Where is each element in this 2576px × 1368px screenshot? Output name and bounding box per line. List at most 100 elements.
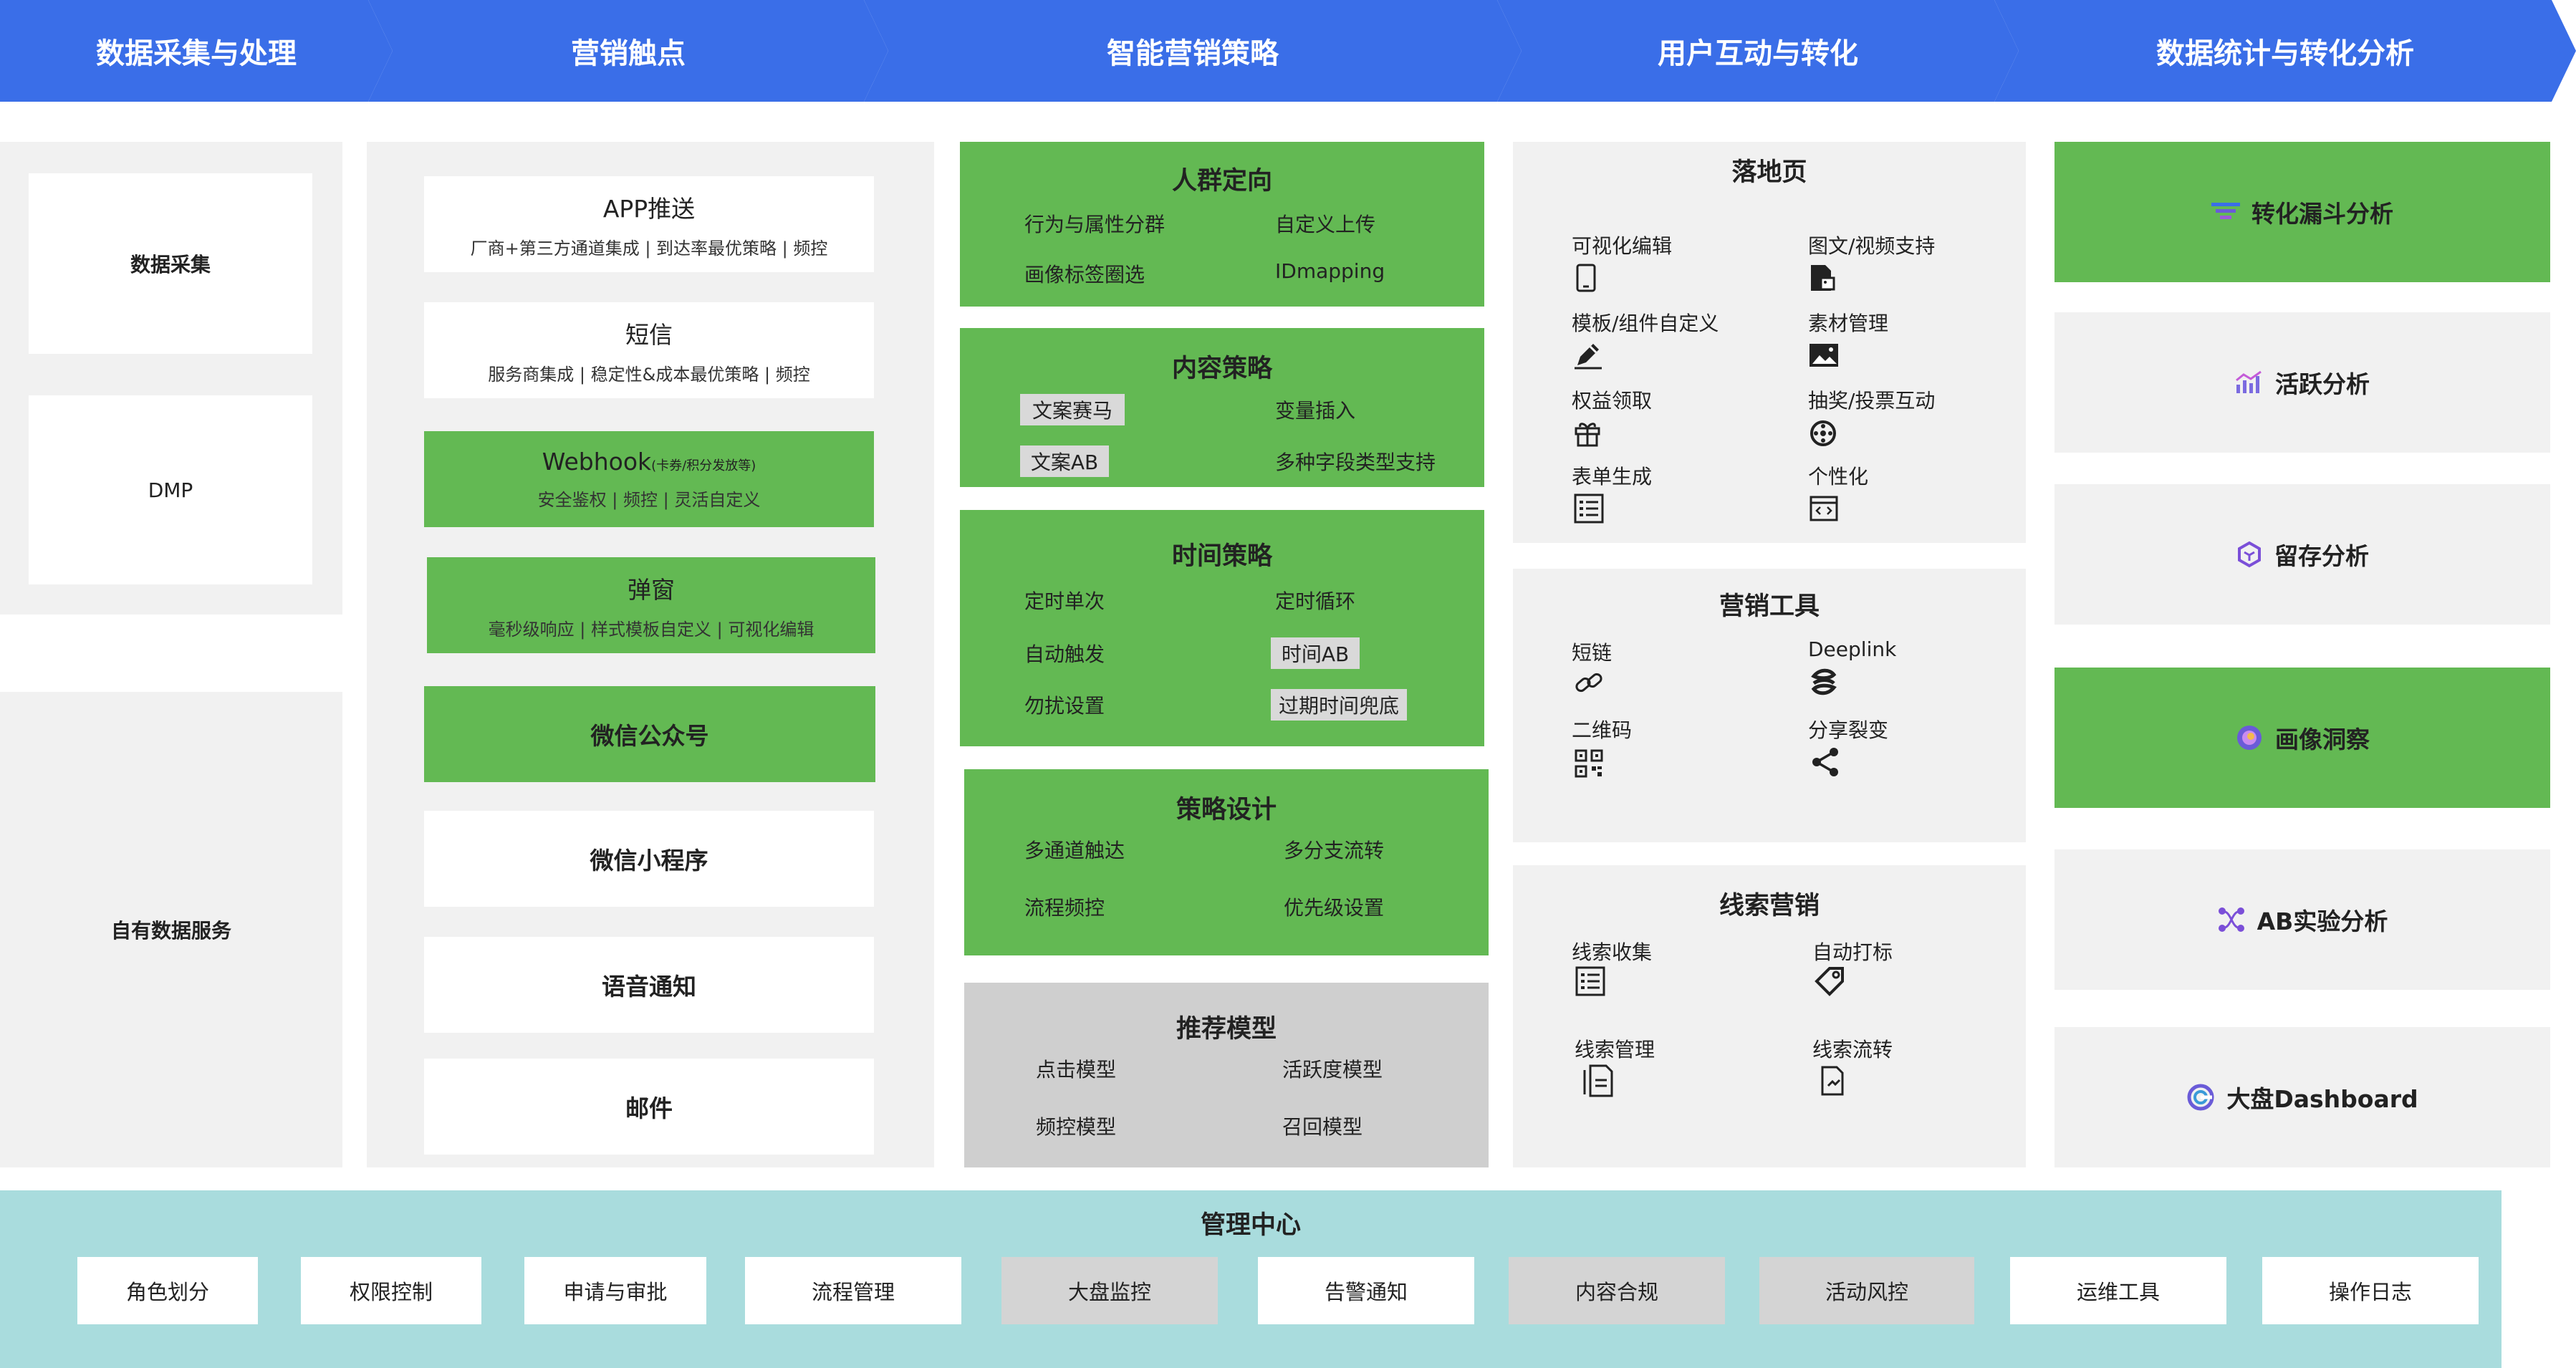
gift-icon (1575, 423, 1600, 447)
bar-chart-icon (2236, 370, 2262, 393)
model-item: 活跃度模型 (1282, 1058, 1383, 1082)
wechat-oa-card: 微信公众号 (424, 686, 875, 782)
active-analysis-label: 活跃分析 (2275, 370, 2370, 398)
crowd-title: 人群定向 (1171, 167, 1272, 196)
mgmt-process-button[interactable]: 流程管理 (745, 1257, 961, 1324)
management-center: 管理中心 角色划分 权限控制 申请与审批 流程管理 大盘监控 告警通知 内容合规… (0, 1190, 2501, 1368)
mobile-icon (1576, 264, 1596, 292)
insight-icon (2237, 726, 2262, 750)
list-icon (1575, 966, 1605, 996)
leads-panel: 线索营销 线索收集 自动打标 线索管理 线索流转 (1513, 865, 2026, 1167)
dmp-box: DMP (29, 395, 312, 584)
landing-item: 抽奖/投票互动 (1808, 389, 1936, 413)
tools-panel: 营销工具 短链 Deeplink 二维码 分享裂变 (1513, 569, 2026, 842)
stage-strategy: 智能营销策略 (864, 0, 1522, 102)
design-item: 多通道触达 (1024, 839, 1125, 862)
time-item: 勿扰设置 (1024, 694, 1105, 718)
edit-pencil-icon (1575, 344, 1602, 370)
app-push-title: APP推送 (602, 194, 696, 223)
app-push-card: APP推送 厂商+第三方通道集成 | 到达率最优策略 | 频控 (424, 176, 874, 272)
content-item: 文案赛马 (1020, 394, 1125, 425)
stage-touchpoints: 营销触点 (368, 0, 888, 102)
tag-icon (1815, 967, 1844, 996)
funnel-icon (2211, 203, 2240, 219)
webhook-title: Webhook (542, 448, 652, 476)
management-title: 管理中心 (1200, 1211, 1301, 1240)
design-item: 优先级设置 (1284, 896, 1385, 920)
model-item: 点击模型 (1036, 1058, 1117, 1082)
ab-test-analysis-card: AB实验分析 (2054, 849, 2550, 990)
tools-item: 分享裂变 (1808, 718, 1889, 742)
mgmt-permission-button[interactable]: 权限控制 (301, 1257, 481, 1324)
model-title: 推荐模型 (1176, 1015, 1277, 1044)
design-item: 多分支流转 (1284, 839, 1385, 862)
stage-data-collection: 数据采集与处理 (0, 0, 393, 102)
leads-item: 自动打标 (1812, 940, 1893, 964)
mgmt-monitor-button[interactable]: 大盘监控 (1001, 1257, 1218, 1324)
time-item: 定时单次 (1024, 589, 1105, 613)
retention-analysis-label: 留存分析 (2274, 542, 2369, 570)
crowd-item: 画像标签圈选 (1024, 263, 1145, 286)
webhook-title-row: Webhook(卡券/积分发放等) (542, 448, 756, 476)
landing-item: 模板/组件自定义 (1572, 312, 1719, 335)
time-title: 时间策略 (1171, 542, 1272, 571)
mgmt-ops-button[interactable]: 运维工具 (2010, 1257, 2226, 1324)
model-item: 频控模型 (1036, 1115, 1117, 1139)
time-item: 自动触发 (1024, 642, 1105, 666)
ab-split-icon (2218, 907, 2244, 932)
landing-item: 表单生成 (1572, 465, 1653, 488)
webhook-desc: 安全鉴权 | 频控 | 灵活自定义 (537, 490, 761, 510)
portrait-insight-label: 画像洞察 (2275, 726, 2370, 753)
mgmt-role-button[interactable]: 角色划分 (77, 1257, 258, 1324)
design-item: 流程频控 (1024, 896, 1105, 920)
mgmt-compliance-button[interactable]: 内容合规 (1509, 1257, 1725, 1324)
form-list-icon (1574, 493, 1604, 524)
wechat-mp-title: 微信小程序 (590, 847, 708, 875)
crowd-item: 行为与属性分群 (1024, 213, 1166, 236)
sms-desc: 服务商集成 | 稳定性&成本最优策略 | 频控 (488, 364, 810, 385)
funnel-analysis-label: 转化漏斗分析 (2251, 200, 2393, 228)
mgmt-log-button[interactable]: 操作日志 (2262, 1257, 2479, 1324)
voice-title: 语音通知 (602, 973, 696, 1001)
landing-item: 可视化编辑 (1572, 234, 1673, 258)
wechat-oa-title: 微信公众号 (590, 722, 709, 750)
mgmt-approval-button[interactable]: 申请与审批 (524, 1257, 706, 1324)
content-item: 多种字段类型支持 (1275, 451, 1436, 474)
landing-item: 权益领取 (1572, 389, 1653, 413)
document-manage-icon (1583, 1064, 1613, 1097)
own-data-service-box: 自有数据服务 (0, 692, 342, 1167)
sms-card: 短信 服务商集成 | 稳定性&成本最优策略 | 频控 (424, 302, 874, 398)
dashboard-gauge-icon (2187, 1084, 2214, 1111)
email-title: 邮件 (625, 1094, 673, 1122)
leads-item: 线索管理 (1575, 1038, 1655, 1061)
time-panel: 时间策略 定时单次 定时循环 自动触发 时间AB 勿扰设置 过期时间兜底 (960, 510, 1484, 746)
active-analysis-card: 活跃分析 (2054, 312, 2550, 453)
tools-item: 二维码 (1572, 718, 1633, 742)
design-title: 策略设计 (1176, 796, 1277, 824)
landing-item: 个性化 (1808, 465, 1869, 488)
landing-title: 落地页 (1731, 158, 1807, 187)
mgmt-alert-button[interactable]: 告警通知 (1258, 1257, 1474, 1324)
crowd-item: IDmapping (1275, 259, 1385, 283)
webhook-card: Webhook(卡券/积分发放等) 安全鉴权 | 频控 | 灵活自定义 (424, 431, 874, 527)
landing-panel: 落地页 可视化编辑 图文/视频支持 模板/组件自定义 素材管理 权益领取 抽奖/… (1513, 142, 2026, 543)
share-icon (1812, 748, 1838, 776)
landing-item: 素材管理 (1808, 312, 1889, 335)
email-card: 邮件 (424, 1059, 874, 1155)
image-icon (1810, 344, 1838, 367)
stage-analytics: 数据统计与转化分析 (1994, 0, 2576, 102)
popup-desc: 毫秒级响应 | 样式模板自定义 | 可视化编辑 (488, 619, 814, 640)
leads-title: 线索营销 (1719, 892, 1820, 920)
mgmt-risk-button[interactable]: 活动风控 (1759, 1257, 1974, 1324)
data-collection-label: 数据采集 (130, 253, 211, 276)
dashboard-card: 大盘Dashboard (2054, 1027, 2550, 1167)
leads-item: 线索收集 (1572, 940, 1653, 964)
model-item: 召回模型 (1282, 1115, 1363, 1139)
data-collection-box: 数据采集 (29, 173, 312, 354)
sms-title: 短信 (625, 320, 673, 349)
tools-item: Deeplink (1808, 637, 1897, 661)
popup-card: 弹窗 毫秒级响应 | 样式模板自定义 | 可视化编辑 (427, 557, 875, 653)
content-title: 内容策略 (1171, 355, 1272, 383)
deeplink-icon (1811, 668, 1837, 695)
time-item: 过期时间兜底 (1271, 689, 1407, 721)
